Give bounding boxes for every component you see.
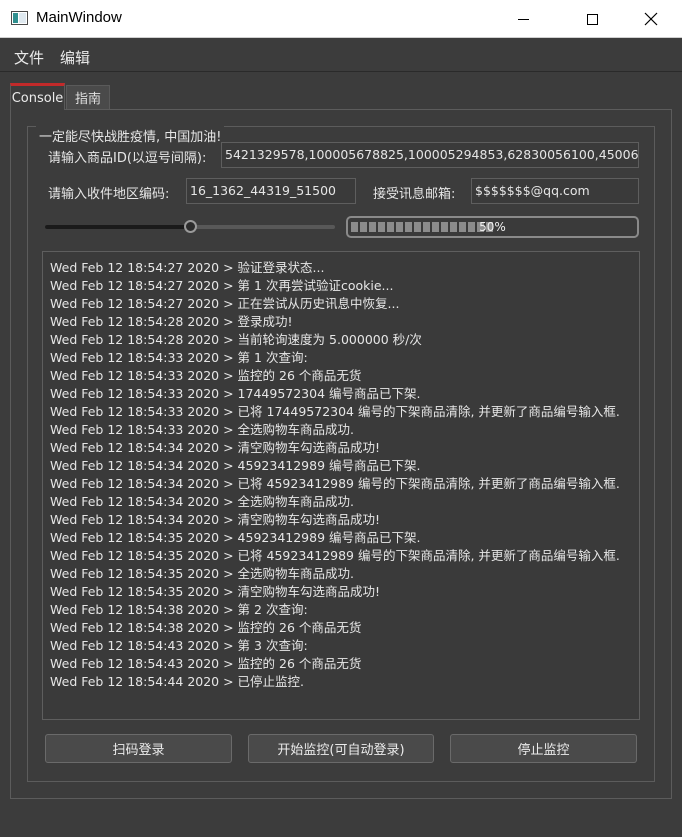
status-bar [0,800,682,837]
menu-bar: 文件 编辑 [0,38,682,72]
log-line: Wed Feb 12 18:54:33 2020 > 已将 1744957230… [50,404,620,419]
log-output[interactable]: Wed Feb 12 18:54:27 2020 > 验证登录状态... Wed … [42,251,640,720]
menu-file[interactable]: 文件 [14,47,44,68]
log-line: Wed Feb 12 18:54:33 2020 > 17449572304 编… [50,386,421,401]
log-line: Wed Feb 12 18:54:27 2020 > 验证登录状态... [50,260,325,275]
menu-edit[interactable]: 编辑 [60,47,90,68]
log-line: Wed Feb 12 18:54:35 2020 > 已将 4592341298… [50,548,620,563]
log-line: Wed Feb 12 18:54:33 2020 > 监控的 26 个商品无货 [50,368,362,383]
slider-handle[interactable] [184,220,197,233]
maximize-icon [586,13,598,25]
log-line: Wed Feb 12 18:54:35 2020 > 清空购物车勾选商品成功! [50,584,381,599]
log-line: Wed Feb 12 18:54:34 2020 > 已将 4592341298… [50,476,620,491]
product-ids-input[interactable]: 5421329578,100005678825,100005294853,628… [221,142,639,168]
log-line: Wed Feb 12 18:54:43 2020 > 第 3 次查询: [50,638,308,653]
email-label: 接受讯息邮箱: [373,187,456,202]
region-code-label: 请输入收件地区编码: [48,187,170,202]
log-line: Wed Feb 12 18:54:35 2020 > 45923412989 编… [50,530,421,545]
log-line: Wed Feb 12 18:54:28 2020 > 登录成功! [50,314,293,329]
window-title: MainWindow [36,9,122,26]
minimize-button[interactable] [500,0,546,38]
log-line: Wed Feb 12 18:54:27 2020 > 正在尝试从历史讯息中恢复.… [50,296,400,311]
slider-fill [45,225,190,229]
log-line: Wed Feb 12 18:54:28 2020 > 当前轮询速度为 5.000… [50,332,422,347]
title-bar: MainWindow [0,0,682,38]
log-line: Wed Feb 12 18:54:35 2020 > 全选购物车商品成功. [50,566,355,581]
app-icon [11,11,28,25]
log-line: Wed Feb 12 18:54:34 2020 > 全选购物车商品成功. [50,494,355,509]
log-line: Wed Feb 12 18:54:44 2020 > 已停止监控. [50,674,305,689]
minimize-icon [517,18,529,20]
qr-login-button[interactable]: 扫码登录 [45,734,232,763]
close-icon [644,12,658,26]
log-line: Wed Feb 12 18:54:33 2020 > 第 1 次查询: [50,350,308,365]
log-line: Wed Feb 12 18:54:34 2020 > 清空购物车勾选商品成功! [50,512,381,527]
progress-text: 50% [479,220,506,234]
progress-bar: 50% [346,216,639,238]
log-line: Wed Feb 12 18:54:43 2020 > 监控的 26 个商品无货 [50,656,362,671]
log-line: Wed Feb 12 18:54:38 2020 > 第 2 次查询: [50,602,308,617]
region-code-input[interactable]: 16_1362_44319_51500 [186,178,356,204]
email-input[interactable]: $$$$$$$@qq.com [471,178,639,204]
log-line: Wed Feb 12 18:54:34 2020 > 清空购物车勾选商品成功! [50,440,381,455]
start-monitor-button[interactable]: 开始监控(可自动登录) [248,734,434,763]
log-line: Wed Feb 12 18:54:34 2020 > 45923412989 编… [50,458,421,473]
log-line: Wed Feb 12 18:54:27 2020 > 第 1 次再尝试验证coo… [50,278,394,293]
group-box-title: 一定能尽快战胜疫情, 中国加油! [36,126,225,145]
product-ids-label: 请输入商品ID(以逗号间隔): [48,151,207,166]
stop-monitor-button[interactable]: 停止监控 [450,734,637,763]
tab-guide[interactable]: 指南 [66,85,110,109]
log-line: Wed Feb 12 18:54:38 2020 > 监控的 26 个商品无货 [50,620,362,635]
log-line: Wed Feb 12 18:54:33 2020 > 全选购物车商品成功. [50,422,355,437]
maximize-button[interactable] [569,0,615,38]
close-button[interactable] [628,0,674,38]
tab-console[interactable]: Console [10,83,65,110]
